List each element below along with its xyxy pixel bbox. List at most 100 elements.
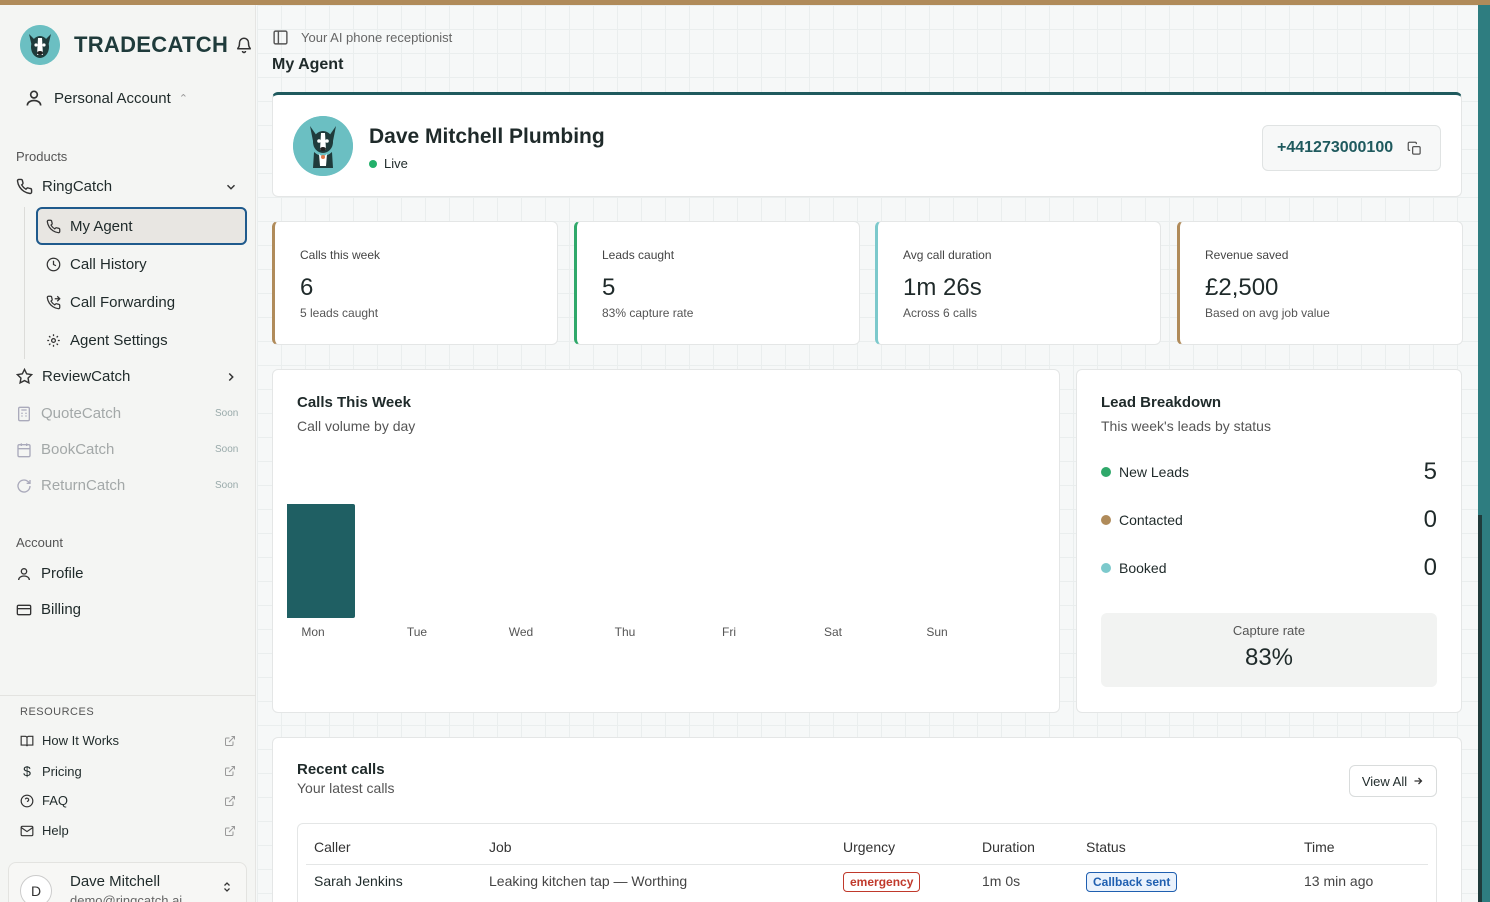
column-header: Status — [1086, 839, 1126, 855]
resource-how-it-works[interactable]: How It Works — [20, 733, 236, 748]
sidebar-item-ringcatch[interactable]: RingCatch — [16, 178, 240, 195]
sidebar-item-quotecatch: QuoteCatch Soon — [16, 405, 240, 422]
column-header: Urgency — [843, 839, 896, 855]
phone-icon — [46, 219, 61, 234]
lead-subtitle: This week's leads by status — [1101, 418, 1271, 434]
external-link-icon — [225, 795, 235, 806]
submenu-rail — [24, 207, 25, 359]
breadcrumb: Your AI phone receptionist — [272, 29, 452, 46]
stat-card-revenue: Revenue saved £2,500 Based on avg job va… — [1177, 221, 1463, 345]
sidebar-item-label: Call Forwarding — [70, 294, 176, 311]
star-icon — [16, 368, 33, 385]
account-switcher[interactable]: Personal Account ⌃ — [24, 88, 188, 108]
bell-icon[interactable] — [235, 36, 253, 54]
stat-label: Avg call duration — [903, 248, 992, 262]
stat-label: Leads caught — [602, 248, 675, 262]
recent-subtitle: Your latest calls — [297, 780, 395, 796]
status-dot — [1101, 515, 1111, 525]
calculator-icon — [18, 406, 30, 421]
chevron-right-icon — [228, 372, 234, 381]
resource-label: Help — [42, 823, 69, 838]
resource-faq[interactable]: FAQ — [20, 793, 236, 808]
sidebar-item-bookcatch: BookCatch Soon — [16, 441, 240, 458]
stat-sub: Across 6 calls — [903, 306, 978, 320]
resources-label: RESOURCES — [20, 706, 95, 718]
stat-label: Calls this week — [300, 248, 381, 262]
stat-card-calls: Calls this week 6 5 leads caught — [272, 221, 558, 345]
x-tick-label: Sun — [926, 625, 947, 639]
dog-avatar-icon — [293, 116, 353, 176]
products-label: Products — [16, 149, 68, 164]
chevron-down-icon — [226, 184, 236, 190]
view-all-label: View All — [1361, 773, 1408, 789]
lead-breakdown-card: Lead Breakdown This week's leads by stat… — [1076, 369, 1462, 713]
external-link-icon — [225, 766, 235, 776]
phone-number: +441273000100 — [1277, 139, 1394, 156]
sidebar-item-label: QuoteCatch — [41, 405, 122, 422]
chevron-updown-icon: ⌃ — [178, 92, 188, 105]
cell-caller: Sarah Jenkins — [314, 873, 403, 889]
lead-label: Booked — [1119, 560, 1167, 576]
lead-label: New Leads — [1119, 464, 1190, 480]
external-link-icon — [225, 825, 235, 836]
x-tick-label: Tue — [407, 625, 428, 639]
x-tick-label: Thu — [615, 625, 636, 639]
book-icon — [20, 735, 34, 746]
sidebar-item-profile[interactable]: Profile — [16, 565, 84, 582]
status-badge: Callback sent — [1086, 872, 1178, 892]
sidebar-item-agent-settings[interactable]: Agent Settings — [46, 332, 168, 349]
phone-icon — [16, 178, 33, 195]
account-switcher-label: Personal Account — [54, 89, 171, 107]
sidebar-item-call-history[interactable]: Call History — [46, 256, 147, 273]
sidebar-item-returncatch: ReturnCatch Soon — [16, 477, 240, 494]
soon-badge: Soon — [215, 480, 239, 491]
recent-title: Recent calls — [297, 761, 385, 778]
resource-pricing[interactable]: $ Pricing — [20, 763, 236, 779]
soon-badge: Soon — [215, 408, 239, 419]
stat-value: 1m 26s — [903, 274, 982, 301]
sidebar-item-label: Agent Settings — [70, 332, 168, 349]
status-dot — [1101, 563, 1111, 573]
resource-help[interactable]: Help — [20, 823, 236, 838]
calls-bar-chart: Mon Tue Wed Thu Fri Sat Sun — [287, 504, 948, 639]
external-link-icon — [225, 735, 235, 746]
sidebar-item-my-agent[interactable]: My Agent — [46, 218, 133, 235]
resource-label: How It Works — [42, 733, 120, 748]
sidebar-item-reviewcatch[interactable]: ReviewCatch — [16, 368, 240, 385]
sidebar-divider — [0, 695, 256, 696]
column-header: Time — [1304, 839, 1335, 855]
stat-card-duration: Avg call duration 1m 26s Across 6 calls — [875, 221, 1161, 345]
brand[interactable]: TRADECATCH — [20, 25, 228, 65]
sidebar-item-billing[interactable]: Billing — [16, 601, 81, 618]
user-menu[interactable]: D Dave Mitchell demo@ringcatch.ai — [8, 862, 247, 902]
sidebar-item-label: Call History — [70, 256, 147, 273]
user-name: Dave Mitchell — [70, 873, 161, 890]
phone-forward-icon — [46, 295, 61, 310]
lead-row-booked: Booked 0 — [1101, 554, 1437, 581]
stat-value: 6 — [300, 274, 314, 301]
breadcrumb-text: Your AI phone receptionist — [301, 30, 453, 45]
sidebar-item-call-forwarding[interactable]: Call Forwarding — [46, 294, 175, 311]
copy-phone-button[interactable]: +441273000100 — [1262, 125, 1441, 171]
capture-value: 83% — [1244, 644, 1294, 671]
arrow-right-icon — [1414, 777, 1423, 785]
urgency-badge: emergency — [843, 872, 921, 892]
capture-rate-box: Capture rate 83% — [1101, 613, 1437, 687]
resource-label: FAQ — [42, 793, 69, 808]
user-email: demo@ringcatch.ai — [70, 893, 183, 902]
dog-logo-icon — [20, 25, 60, 65]
stat-sub: 5 leads caught — [300, 306, 379, 320]
lead-row-new: New Leads 5 — [1101, 458, 1437, 485]
x-tick-label: Mon — [301, 625, 324, 639]
dollar-icon: $ — [23, 763, 31, 779]
top-accent-line — [0, 0, 1490, 5]
stat-sub: 83% capture rate — [602, 306, 694, 320]
soon-badge: Soon — [215, 444, 239, 455]
scrollbar[interactable] — [1478, 0, 1490, 902]
scrollbar-thumb[interactable] — [1478, 515, 1482, 902]
brand-name: TRADECATCH — [74, 32, 229, 57]
sidebar-toggle-icon[interactable] — [272, 29, 289, 46]
chevron-updown-icon — [224, 882, 230, 892]
view-all-button[interactable]: View All — [1349, 765, 1437, 797]
x-tick-label: Fri — [722, 625, 736, 639]
